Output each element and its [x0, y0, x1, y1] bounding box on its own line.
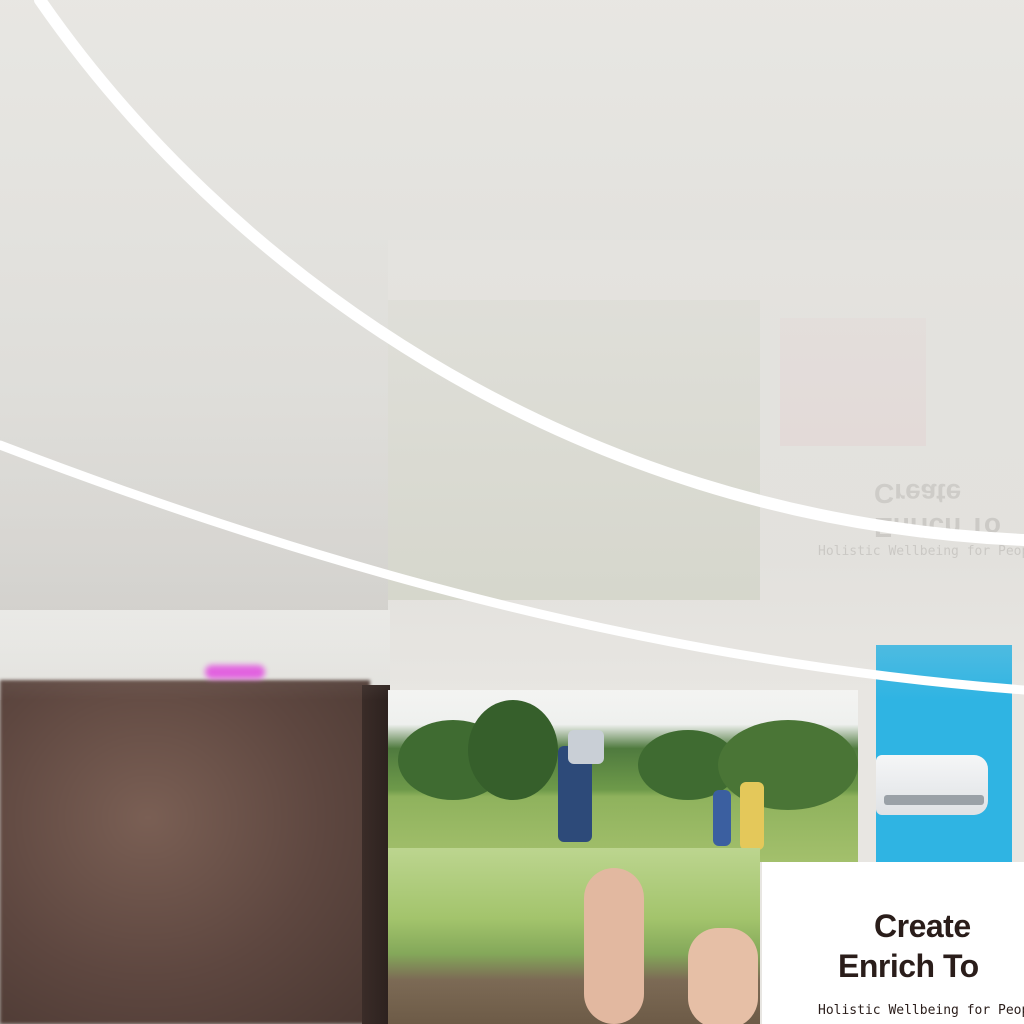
ceiling-light-arcs	[0, 0, 1024, 695]
ceiling-arc-lower	[0, 440, 1024, 695]
ceiling-arc-upper	[34, 0, 1024, 546]
scene: Holistic Wellbeing for Peop Enrich To Cr…	[0, 0, 1024, 1024]
